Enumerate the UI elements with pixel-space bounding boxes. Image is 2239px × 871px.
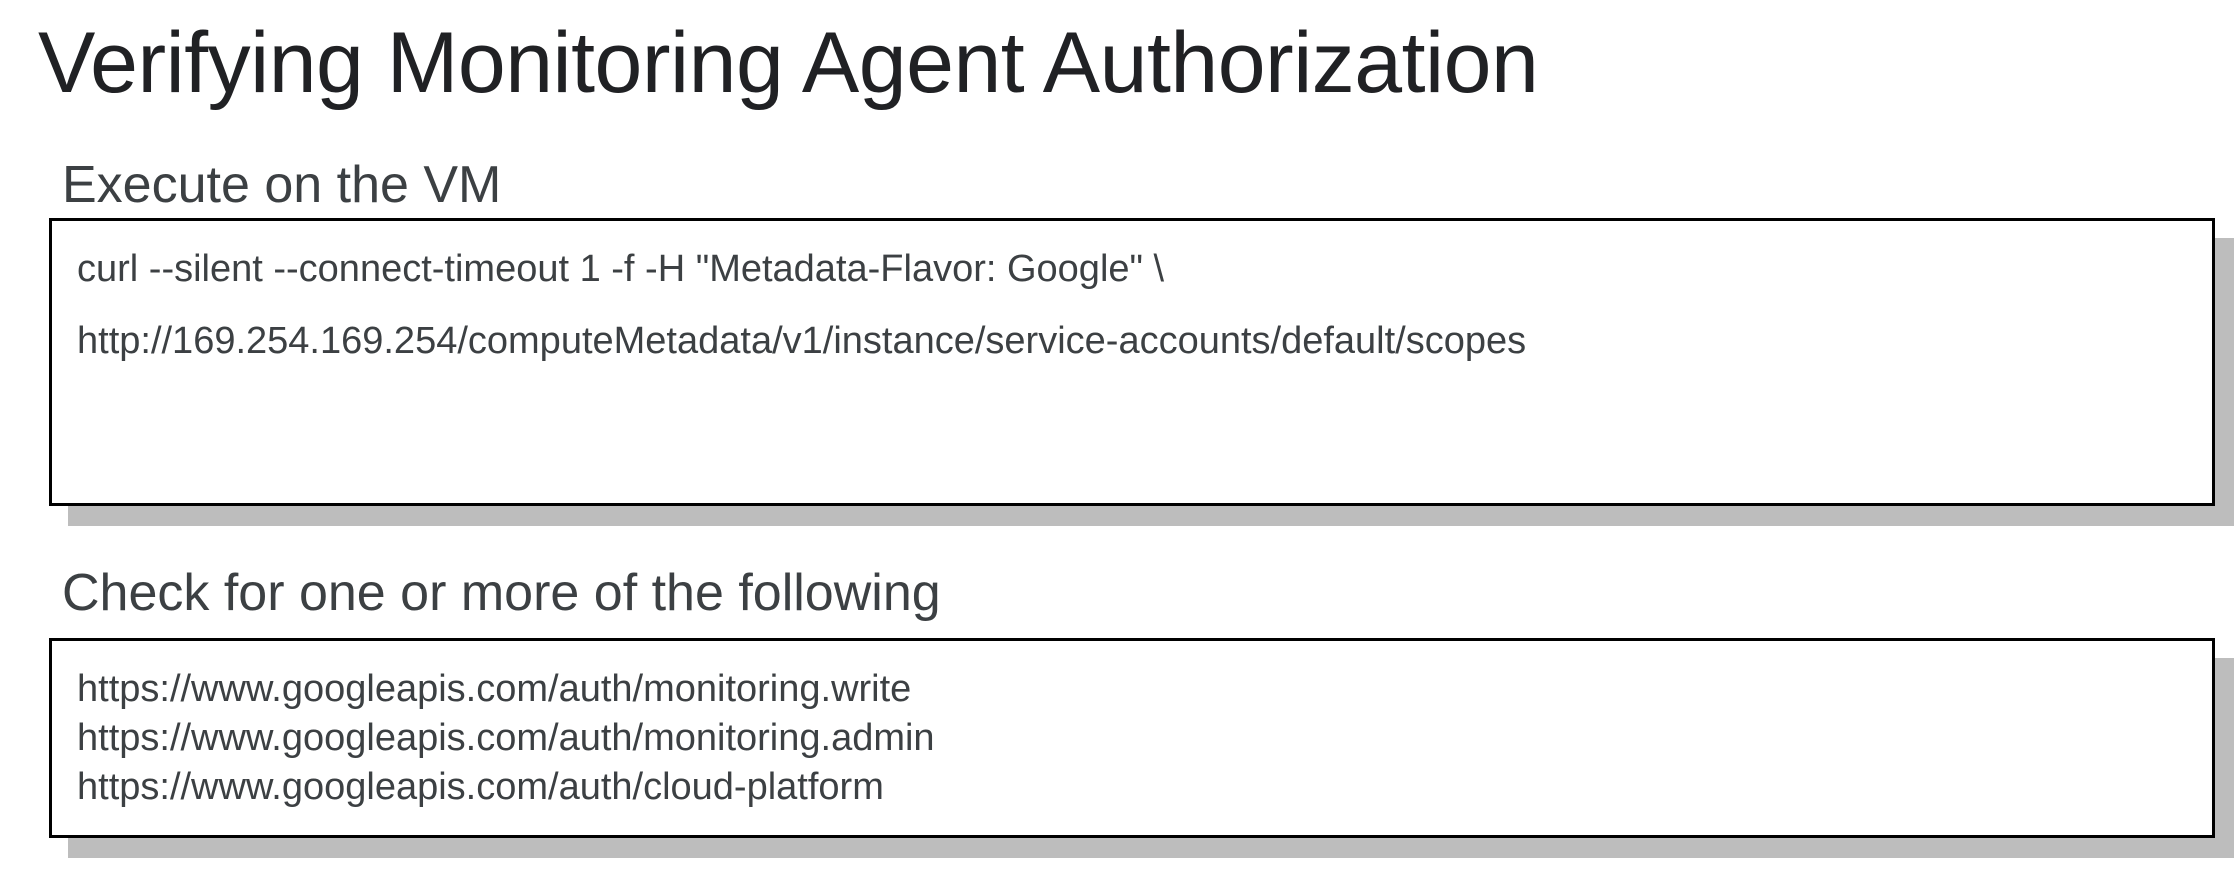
scope-item[interactable]: https://www.googleapis.com/auth/monitori…: [77, 714, 935, 763]
page-title: Verifying Monitoring Agent Authorization: [38, 15, 1539, 111]
command-line[interactable]: curl --silent --connect-timeout 1 -f -H …: [77, 247, 1164, 293]
scope-item[interactable]: https://www.googleapis.com/auth/monitori…: [77, 665, 935, 714]
scope-box: https://www.googleapis.com/auth/monitori…: [49, 638, 2215, 838]
scope-list: https://www.googleapis.com/auth/monitori…: [77, 665, 935, 812]
scope-item[interactable]: https://www.googleapis.com/auth/cloud-pl…: [77, 763, 935, 812]
execute-section-heading: Execute on the VM: [62, 156, 502, 214]
check-section-heading: Check for one or more of the following: [62, 564, 941, 622]
command-box[interactable]: curl --silent --connect-timeout 1 -f -H …: [49, 218, 2215, 506]
command-line[interactable]: http://169.254.169.254/computeMetadata/v…: [77, 319, 1526, 365]
